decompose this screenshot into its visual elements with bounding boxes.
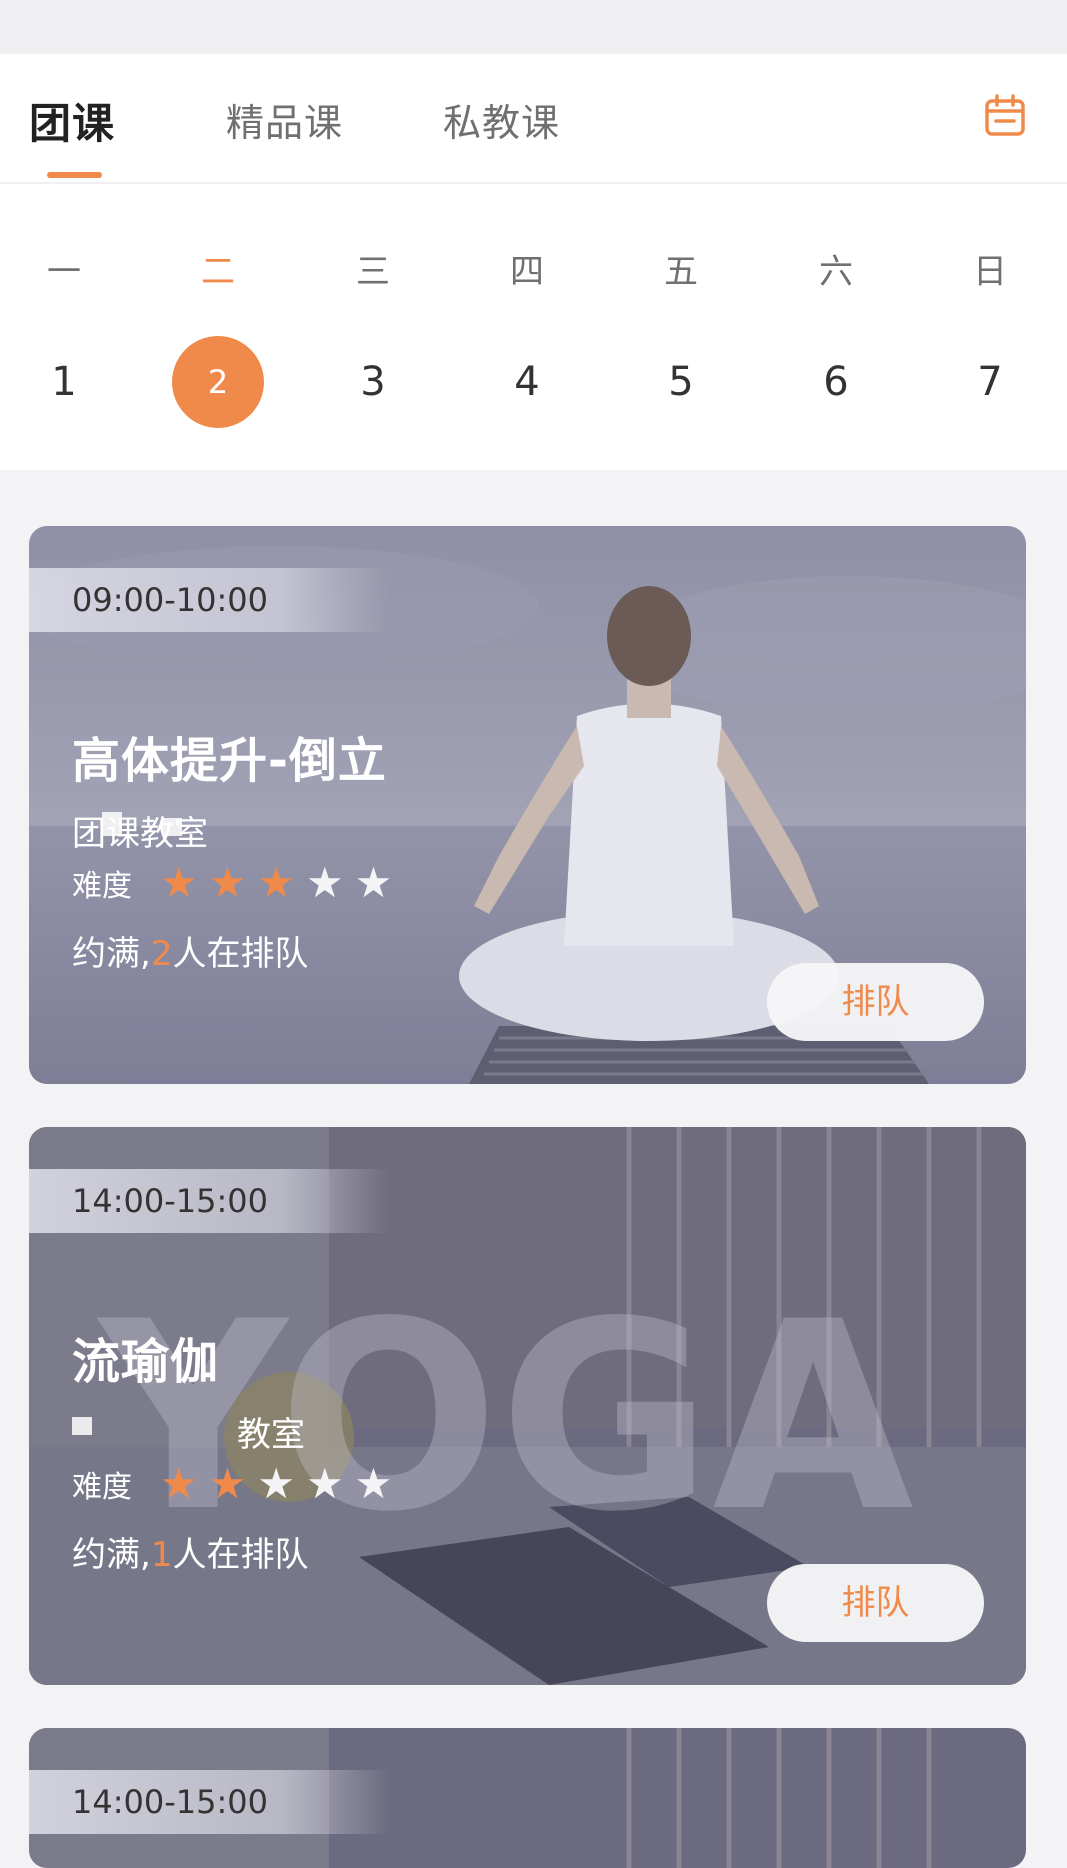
star-icon: ★	[354, 858, 393, 907]
star-icon: ★	[354, 1459, 393, 1508]
tab-premium-class[interactable]: 精品课	[226, 92, 343, 147]
weekday-row: 一 二 三 四 五 六 日	[0, 244, 1067, 304]
weekday-label: 二	[201, 252, 235, 292]
status-bar-area	[0, 0, 1067, 54]
tab-group-class[interactable]: 团课	[29, 90, 115, 151]
weekday-label: 四	[510, 252, 544, 292]
course-room-text: 团课教室	[72, 814, 208, 854]
star-icon: ★	[160, 858, 198, 907]
queue-status: 约满,2人在排队	[72, 926, 308, 975]
course-card[interactable]: 14:00-15:00	[29, 1728, 1026, 1868]
star-icon: ★	[208, 858, 247, 907]
date-item[interactable]: 6	[790, 336, 882, 428]
date-item-selected[interactable]: 2	[172, 336, 264, 428]
date-item[interactable]: 4	[481, 336, 573, 428]
course-time: 14:00-15:00	[29, 1770, 389, 1834]
star-icon: ★	[305, 1459, 344, 1508]
weekday-label: 三	[356, 252, 390, 292]
weekday-label: 六	[819, 252, 853, 292]
course-time: 14:00-15:00	[29, 1169, 389, 1233]
queue-suffix: 人在排队	[172, 1535, 309, 1575]
queue-suffix: 人在排队	[172, 934, 309, 974]
course-room-text: 教室	[237, 1415, 305, 1455]
queue-prefix: 约满,	[72, 934, 151, 974]
course-difficulty: 难度 ★ ★ ★ ★ ★	[72, 1462, 403, 1506]
star-icon: ★	[257, 858, 295, 907]
difficulty-stars: ★ ★ ★ ★ ★	[160, 1463, 403, 1505]
queue-prefix: 约满,	[72, 1535, 151, 1575]
calendar-icon[interactable]	[983, 94, 1027, 138]
privacy-mask	[72, 1417, 92, 1435]
difficulty-label: 难度	[72, 1470, 132, 1505]
course-time: 09:00-10:00	[29, 568, 389, 632]
course-card[interactable]: YOGA 14:00-15:00 流瑜伽 教室 难度 ★ ★ ★ ★ ★ 约满,…	[29, 1127, 1026, 1685]
star-icon: ★	[208, 1459, 247, 1508]
star-icon: ★	[257, 1459, 295, 1508]
weekday-label: 一	[47, 252, 81, 292]
queue-button[interactable]: 排队	[767, 1564, 984, 1642]
date-item[interactable]: 1	[18, 336, 110, 428]
queue-status: 约满,1人在排队	[72, 1527, 308, 1576]
weekday-label: 日	[973, 252, 1007, 292]
queue-count: 2	[150, 934, 173, 974]
queue-count: 1	[150, 1535, 173, 1575]
course-title: 高体提升-倒立	[72, 733, 387, 789]
privacy-mask	[162, 818, 182, 836]
date-row: 1 2 3 4 5 6 7	[0, 336, 1067, 436]
tab-private-class[interactable]: 私教课	[443, 92, 560, 147]
weekday-label: 五	[664, 252, 698, 292]
date-item[interactable]: 5	[635, 336, 727, 428]
course-card[interactable]: 09:00-10:00 高体提升-倒立 团课教室 难度 ★ ★ ★ ★ ★ 约满…	[29, 526, 1026, 1084]
date-item[interactable]: 7	[944, 336, 1036, 428]
header: 团课 精品课 私教课 一 二 三 四 五 六 日 1 2 3 4 5 6 7	[0, 54, 1067, 470]
star-icon: ★	[305, 858, 344, 907]
tab-bar: 团课 精品课 私教课	[0, 54, 1067, 184]
course-difficulty: 难度 ★ ★ ★ ★ ★	[72, 861, 403, 905]
date-item[interactable]: 3	[327, 336, 419, 428]
course-room: 教室	[72, 1407, 305, 1456]
privacy-mask	[102, 812, 122, 836]
queue-button[interactable]: 排队	[767, 963, 984, 1041]
course-room: 团课教室	[72, 806, 208, 855]
active-tab-indicator	[47, 172, 102, 178]
difficulty-stars: ★ ★ ★ ★ ★	[160, 862, 403, 904]
difficulty-label: 难度	[72, 869, 132, 904]
course-title: 流瑜伽	[72, 1334, 220, 1390]
star-icon: ★	[160, 1459, 198, 1508]
